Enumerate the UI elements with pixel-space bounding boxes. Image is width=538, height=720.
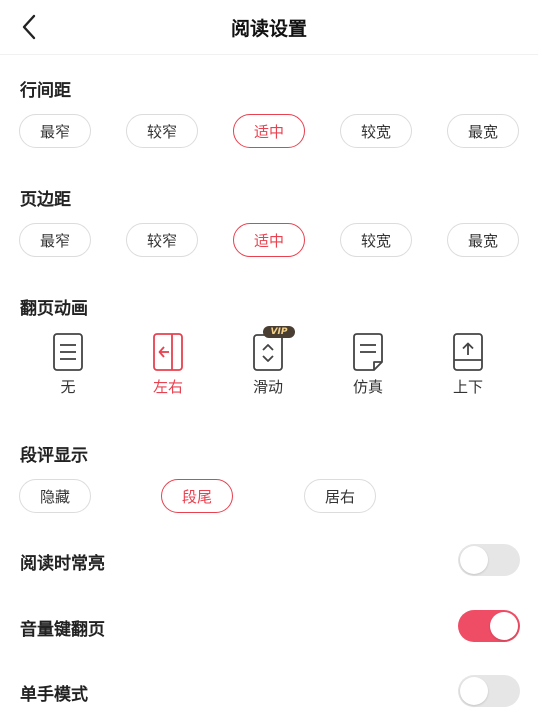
page-animation-label: 左右	[152, 378, 183, 396]
one-hand-mode-toggle[interactable]	[458, 675, 520, 707]
toggle-knob	[490, 612, 518, 640]
page-animation-title: 翻页动画	[20, 299, 88, 319]
line-spacing-option-medium[interactable]: 适中	[233, 114, 305, 148]
page-animation-option-slide[interactable]: VIP 滑动	[238, 326, 298, 402]
page-margin-option-medium[interactable]: 适中	[233, 223, 305, 257]
page-left-arrow-icon	[153, 333, 183, 371]
paragraph-comments-option-end[interactable]: 段尾	[161, 479, 233, 513]
paragraph-comments-options: 隐藏 段尾 居右	[0, 479, 538, 515]
page-lines-icon	[53, 333, 83, 371]
page-animation-label: 上下	[452, 378, 483, 396]
toggle-knob	[460, 546, 488, 574]
volume-key-flip-row: 音量键翻页	[0, 609, 538, 645]
page-margin-option-wide[interactable]: 较宽	[340, 223, 412, 257]
page-animation-option-simulation[interactable]: 仿真	[338, 330, 398, 402]
line-spacing-option-narrow[interactable]: 较窄	[126, 114, 198, 148]
page-animation-option-left-right[interactable]: 左右	[138, 330, 198, 402]
page-up-arrow-icon	[453, 333, 483, 371]
line-spacing-option-widest[interactable]: 最宽	[447, 114, 519, 148]
header-bar: 阅读设置	[0, 0, 538, 55]
page-animation-label: 无	[60, 378, 76, 396]
page-margin-title: 页边距	[20, 190, 71, 210]
page-margin-option-narrowest[interactable]: 最窄	[19, 223, 91, 257]
line-spacing-options: 最窄 较窄 适中 较宽 最宽	[0, 114, 538, 150]
paragraph-comments-option-hide[interactable]: 隐藏	[19, 479, 91, 513]
page-margin-option-narrow[interactable]: 较窄	[126, 223, 198, 257]
page-animation-option-none[interactable]: 无	[38, 330, 98, 402]
page-curl-icon	[353, 333, 383, 371]
volume-key-flip-label: 音量键翻页	[20, 620, 105, 640]
line-spacing-option-wide[interactable]: 较宽	[340, 114, 412, 148]
one-hand-mode-label: 单手模式	[20, 685, 88, 705]
keep-screen-on-toggle[interactable]	[458, 544, 520, 576]
page-animation-option-up-down[interactable]: 上下	[438, 330, 498, 402]
vip-badge: VIP	[263, 326, 295, 338]
line-spacing-option-narrowest[interactable]: 最窄	[19, 114, 91, 148]
page-animation-label: 滑动	[252, 378, 283, 396]
paragraph-comments-title: 段评显示	[20, 446, 88, 466]
keep-screen-on-label: 阅读时常亮	[20, 554, 105, 574]
page-margin-option-widest[interactable]: 最宽	[447, 223, 519, 257]
page-margin-options: 最窄 较窄 适中 较宽 最宽	[0, 223, 538, 259]
one-hand-mode-row: 单手模式	[0, 674, 538, 710]
page-animation-label: 仿真	[352, 378, 383, 396]
paragraph-comments-option-right[interactable]: 居右	[304, 479, 376, 513]
page-animation-options: 无 左右 VIP 滑动 仿真 上下	[0, 326, 538, 402]
keep-screen-on-row: 阅读时常亮	[0, 543, 538, 579]
volume-key-flip-toggle[interactable]	[458, 610, 520, 642]
page-title: 阅读设置	[230, 18, 307, 40]
page-updown-chevrons-icon	[253, 334, 283, 371]
toggle-knob	[460, 677, 488, 705]
line-spacing-title: 行间距	[20, 81, 71, 101]
